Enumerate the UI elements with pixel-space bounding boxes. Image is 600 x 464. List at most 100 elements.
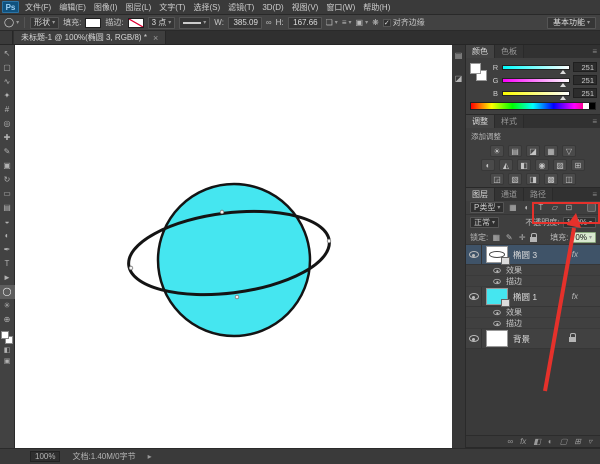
menu-item-7[interactable]: 3D(D) <box>258 0 287 14</box>
layer-style-row-1-0[interactable]: 效果 <box>466 307 600 318</box>
delete-layer-icon[interactable]: ▿ <box>588 437 592 446</box>
channel-mixer-icon[interactable]: ▨ <box>553 159 567 171</box>
exposure-icon[interactable]: ▦ <box>544 145 558 157</box>
layer-fx-icon[interactable]: fx <box>572 250 578 259</box>
filter-toggle-icon[interactable] <box>587 203 596 212</box>
layer-filter-select[interactable]: P类型▾ <box>470 202 504 213</box>
layer-row-2[interactable]: 背景 <box>466 329 600 349</box>
color-spectrum-bar[interactable] <box>470 102 596 110</box>
tool-clone-stamp[interactable]: ▣ <box>0 159 15 173</box>
panel-menu-icon[interactable]: ≡ <box>592 188 600 201</box>
shape-height-input[interactable]: 167.66 <box>288 17 322 29</box>
menu-item-10[interactable]: 帮助(H) <box>359 0 394 14</box>
slider-thumb-icon[interactable] <box>560 83 566 87</box>
history-panel-icon[interactable]: ▤ <box>455 51 463 60</box>
visibility-eye-icon[interactable] <box>469 293 479 300</box>
properties-panel-icon[interactable]: ◪ <box>455 74 463 83</box>
blend-mode-select[interactable]: 正常▾ <box>470 217 499 228</box>
channel-slider-B[interactable] <box>502 91 570 96</box>
spectrum-black-swatch[interactable] <box>589 103 595 109</box>
tool-rect-marquee[interactable]: ▢ <box>0 61 15 75</box>
add-layer-mask-icon[interactable]: ◧ <box>533 437 541 446</box>
new-layer-icon[interactable]: ⊞ <box>574 437 581 446</box>
document-tab[interactable]: 未标题-1 @ 100%(椭圆 3, RGB/8) * × <box>14 31 166 44</box>
layers-tab-0[interactable]: 图层 <box>466 188 495 201</box>
slider-thumb-icon[interactable] <box>560 96 566 100</box>
selective-color-icon[interactable]: ◫ <box>562 173 576 185</box>
slider-thumb-icon[interactable] <box>560 70 566 74</box>
threshold-icon[interactable]: ◨ <box>526 173 540 185</box>
tool-healing-brush[interactable]: ✚ <box>0 131 15 145</box>
filter-shape-layers-icon[interactable]: ▱ <box>549 203 560 212</box>
path-operations-icon[interactable]: ❏▾ <box>326 18 338 27</box>
opacity-input[interactable]: 100%▾ <box>563 217 596 228</box>
anchor-point[interactable] <box>235 295 239 299</box>
path-arrangement-icon[interactable]: ▣▾ <box>356 18 369 27</box>
posterize-icon[interactable]: ▧ <box>508 173 522 185</box>
menu-item-6[interactable]: 滤镜(T) <box>224 0 258 14</box>
channel-slider-R[interactable] <box>502 65 570 70</box>
layers-tab-2[interactable]: 路径 <box>524 188 553 201</box>
link-dimensions-icon[interactable]: ∞ <box>266 18 272 27</box>
tool-move[interactable]: ↖ <box>0 47 15 61</box>
stroke-color-swatch[interactable] <box>128 18 144 28</box>
tool-preset-icon[interactable]: ◯▾ <box>4 17 19 28</box>
tool-blur[interactable]: ◒ <box>0 215 15 229</box>
layer-fx-icon[interactable]: fx <box>572 292 578 301</box>
layer-thumbnail[interactable] <box>486 288 508 305</box>
lock-image-pixels-icon[interactable]: ✎ <box>504 233 514 242</box>
path-alignment-icon[interactable]: ≡▾ <box>342 18 352 27</box>
adjustments-tab-1[interactable]: 样式 <box>495 115 524 128</box>
tool-eraser[interactable]: ▭ <box>0 187 15 201</box>
filter-adjustment-layers-icon[interactable]: ◐ <box>521 203 532 212</box>
vibrance-icon[interactable]: ▽ <box>562 145 576 157</box>
menu-item-4[interactable]: 文字(T) <box>155 0 189 14</box>
menu-item-2[interactable]: 图像(I) <box>90 0 122 14</box>
tool-eyedropper[interactable]: ◎ <box>0 117 15 131</box>
tool-gradient[interactable]: ▤ <box>0 201 15 215</box>
lock-all-icon[interactable] <box>530 237 537 242</box>
visibility-eye-icon[interactable] <box>493 278 501 283</box>
channel-slider-G[interactable] <box>502 78 570 83</box>
menu-item-5[interactable]: 选择(S) <box>189 0 224 14</box>
new-adjustment-layer-icon[interactable]: ◐ <box>548 437 553 446</box>
anchor-point[interactable] <box>220 210 224 214</box>
adjustments-tab-0[interactable]: 调整 <box>466 115 495 128</box>
anchor-point[interactable] <box>327 239 331 243</box>
add-layer-style-icon[interactable]: fx <box>520 437 526 446</box>
quick-mask-icon[interactable]: ◧ <box>0 345 15 356</box>
color-tab-1[interactable]: 色板 <box>495 45 524 58</box>
gradient-map-icon[interactable]: ▩ <box>544 173 558 185</box>
visibility-eye-icon[interactable] <box>469 251 479 258</box>
brightness-contrast-icon[interactable]: ☀ <box>490 145 504 157</box>
anchor-point[interactable] <box>129 266 133 270</box>
layer-row-1[interactable]: 椭圆 1fx <box>466 287 600 307</box>
invert-icon[interactable]: ◲ <box>490 173 504 185</box>
tool-pen[interactable]: ✒ <box>0 243 15 257</box>
visibility-eye-icon[interactable] <box>493 267 501 272</box>
layer-style-row-0-1[interactable]: 描边 <box>466 276 600 287</box>
visibility-eye-icon[interactable] <box>493 309 501 314</box>
tool-quick-selection[interactable]: ✦ <box>0 89 15 103</box>
lock-transparent-pixels-icon[interactable]: ▦ <box>491 233 501 242</box>
tool-dodge[interactable]: ◐ <box>0 229 15 243</box>
layers-tab-1[interactable]: 通道 <box>495 188 524 201</box>
menu-item-9[interactable]: 窗口(W) <box>322 0 359 14</box>
layer-row-0[interactable]: 椭圆 3fx <box>466 245 600 265</box>
black-white-icon[interactable]: ◧ <box>517 159 531 171</box>
panel-menu-icon[interactable]: ≡ <box>592 115 600 128</box>
zoom-level-input[interactable]: 100% <box>30 451 60 462</box>
stroke-width-input[interactable]: 3 点▾ <box>148 17 176 29</box>
tool-history-brush[interactable]: ↻ <box>0 173 15 187</box>
visibility-eye-icon[interactable] <box>493 320 501 325</box>
channel-value-G[interactable]: 251 <box>573 75 597 85</box>
align-edges-checkbox[interactable]: ✓对齐边缘 <box>383 17 425 28</box>
panel-collapse-stub[interactable] <box>0 31 13 44</box>
menu-item-1[interactable]: 编辑(E) <box>55 0 90 14</box>
tool-lasso[interactable]: ∿ <box>0 75 15 89</box>
layer-style-row-0-0[interactable]: 效果 <box>466 265 600 276</box>
new-group-icon[interactable]: ▢ <box>560 437 568 446</box>
menu-item-3[interactable]: 图层(L) <box>121 0 155 14</box>
hue-saturation-icon[interactable]: ◐ <box>481 159 495 171</box>
status-popup-arrow[interactable]: ▸ <box>148 452 152 461</box>
